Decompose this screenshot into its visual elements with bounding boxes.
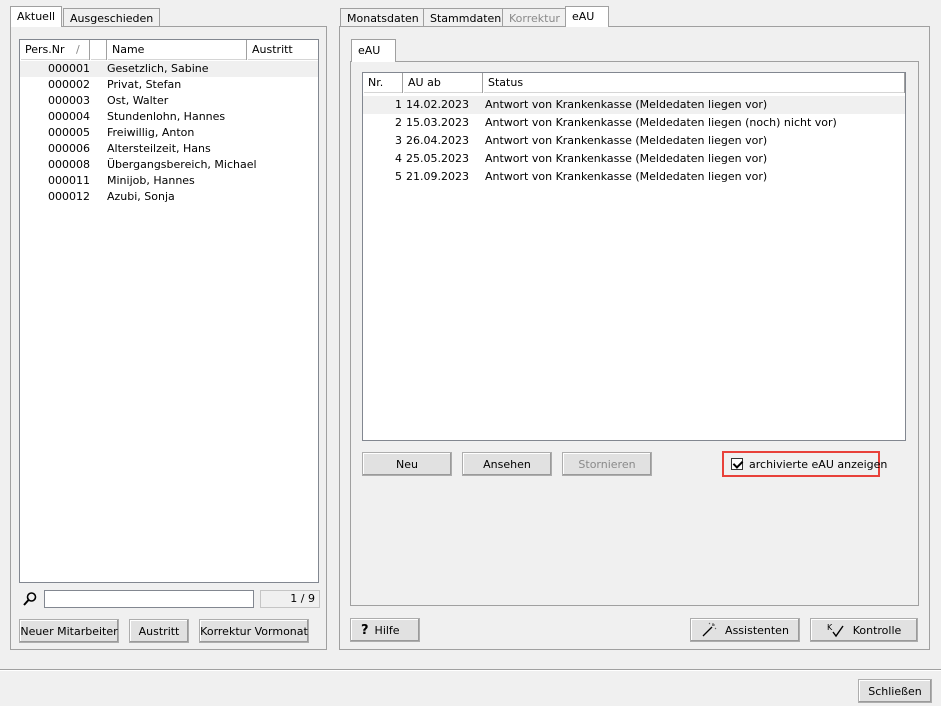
employee-name: Übergangsbereich, Michael bbox=[107, 158, 257, 171]
control-button[interactable]: K Kontrolle bbox=[810, 618, 918, 642]
eau-status: Antwort von Krankenkasse (Meldedaten lie… bbox=[485, 98, 768, 111]
correction-previous-month-button[interactable]: Korrektur Vormonat bbox=[199, 619, 309, 643]
employee-name: Minijob, Hannes bbox=[107, 174, 195, 187]
help-label: Hilfe bbox=[374, 623, 400, 637]
eau-status: Antwort von Krankenkasse (Meldedaten lie… bbox=[485, 134, 768, 147]
check-kv-icon: K bbox=[827, 622, 845, 638]
tab-korrektur[interactable]: Korrektur bbox=[502, 8, 567, 27]
pers-nr: 000008 bbox=[48, 158, 90, 171]
help-button[interactable]: ? Hilfe bbox=[350, 618, 420, 642]
cancel-eau-button[interactable]: Stornieren bbox=[562, 452, 652, 476]
pers-nr: 000001 bbox=[48, 62, 90, 75]
eau-au-ab: 15.03.2023 bbox=[406, 116, 469, 129]
table-row[interactable]: 000003 Ost, Walter bbox=[20, 93, 318, 109]
assistants-button[interactable]: Assistenten bbox=[690, 618, 800, 642]
tab-ausgeschieden[interactable]: Ausgeschieden bbox=[63, 8, 161, 27]
employee-list[interactable]: Pers.Nr / Name Austritt 000001 Gesetzlic… bbox=[19, 39, 319, 583]
table-row[interactable]: 000004 Stundenlohn, Hannes bbox=[20, 109, 318, 125]
column-header-nr[interactable]: Nr. bbox=[363, 73, 403, 93]
tab-stammdaten[interactable]: Stammdaten bbox=[423, 8, 509, 27]
eau-au-ab: 21.09.2023 bbox=[406, 170, 469, 183]
table-row[interactable]: 000005 Freiwillig, Anton bbox=[20, 125, 318, 141]
eau-nr: 2 bbox=[395, 116, 402, 129]
footer-divider bbox=[0, 669, 941, 671]
pers-nr: 000003 bbox=[48, 94, 90, 107]
eau-au-ab: 25.05.2023 bbox=[406, 152, 469, 165]
table-row[interactable]: 000008 Übergangsbereich, Michael bbox=[20, 157, 318, 173]
pers-nr: 000004 bbox=[48, 110, 90, 123]
eau-status: Antwort von Krankenkasse (Meldedaten lie… bbox=[485, 116, 837, 129]
eau-au-ab: 14.02.2023 bbox=[406, 98, 469, 111]
eau-list[interactable]: Nr. AU ab Status 1 14.02.2023 Antwort vo… bbox=[362, 72, 906, 441]
eau-nr: 3 bbox=[395, 134, 402, 147]
search-input[interactable] bbox=[44, 590, 254, 608]
eau-list-header: Nr. AU ab Status bbox=[363, 73, 905, 93]
wand-icon bbox=[701, 622, 717, 638]
new-employee-button[interactable]: Neuer Mitarbeiter bbox=[19, 619, 119, 643]
archive-checkbox-label: archivierte eAU anzeigen bbox=[749, 457, 888, 471]
column-header-status[interactable]: Status bbox=[483, 73, 905, 93]
employee-name: Azubi, Sonja bbox=[107, 190, 175, 203]
table-row[interactable]: 2 15.03.2023 Antwort von Krankenkasse (M… bbox=[363, 114, 905, 132]
new-eau-button[interactable]: Neu bbox=[362, 452, 452, 476]
column-header-au-ab[interactable]: AU ab bbox=[403, 73, 483, 93]
help-icon: ? bbox=[361, 622, 369, 638]
pers-nr: 000006 bbox=[48, 142, 90, 155]
table-row[interactable]: 5 21.09.2023 Antwort von Krankenkasse (M… bbox=[363, 168, 905, 186]
eau-nr: 1 bbox=[395, 98, 402, 111]
close-button[interactable]: Schließen bbox=[858, 679, 932, 703]
exit-button[interactable]: Austritt bbox=[129, 619, 189, 643]
column-header-austritt[interactable]: Austritt bbox=[247, 40, 318, 60]
table-row[interactable]: 3 26.04.2023 Antwort von Krankenkasse (M… bbox=[363, 132, 905, 150]
table-row[interactable]: 4 25.05.2023 Antwort von Krankenkasse (M… bbox=[363, 150, 905, 168]
table-row[interactable]: 000006 Altersteilzeit, Hans bbox=[20, 141, 318, 157]
table-row[interactable]: 1 14.02.2023 Antwort von Krankenkasse (M… bbox=[363, 96, 905, 114]
assistants-label: Assistenten bbox=[725, 623, 789, 637]
table-row[interactable]: 000011 Minijob, Hannes bbox=[20, 173, 318, 189]
employee-name: Gesetzlich, Sabine bbox=[107, 62, 209, 75]
pers-nr: 000002 bbox=[48, 78, 90, 91]
tab-monatsdaten[interactable]: Monatsdaten bbox=[340, 8, 426, 27]
tab-inner-eau[interactable]: eAU bbox=[351, 39, 396, 62]
employee-name: Freiwillig, Anton bbox=[107, 126, 195, 139]
record-counter: 1 / 9 bbox=[260, 590, 320, 608]
pers-nr: 000011 bbox=[48, 174, 90, 187]
table-row[interactable]: 000002 Privat, Stefan bbox=[20, 77, 318, 93]
checkbox-checked-icon[interactable] bbox=[731, 458, 743, 470]
control-label: Kontrolle bbox=[852, 623, 902, 637]
eau-nr: 4 bbox=[395, 152, 402, 165]
pers-nr: 000005 bbox=[48, 126, 90, 139]
view-eau-button[interactable]: Ansehen bbox=[462, 452, 552, 476]
table-row[interactable]: 000012 Azubi, Sonja bbox=[20, 189, 318, 205]
employee-name: Stundenlohn, Hannes bbox=[107, 110, 226, 123]
tab-eau[interactable]: eAU bbox=[565, 6, 609, 27]
employee-list-header: Pers.Nr / Name Austritt bbox=[20, 40, 318, 60]
archive-checkbox[interactable]: archivierte eAU anzeigen bbox=[731, 457, 887, 471]
eau-nr: 5 bbox=[395, 170, 402, 183]
tab-aktuell[interactable]: Aktuell bbox=[10, 6, 63, 27]
column-header-spacer bbox=[90, 40, 107, 60]
employee-name: Privat, Stefan bbox=[107, 78, 182, 91]
column-header-name[interactable]: Name bbox=[107, 40, 247, 60]
search-icon bbox=[22, 591, 38, 607]
pers-nr: 000012 bbox=[48, 190, 90, 203]
eau-status: Antwort von Krankenkasse (Meldedaten lie… bbox=[485, 152, 768, 165]
table-row[interactable]: 000001 Gesetzlich, Sabine bbox=[20, 61, 318, 77]
employee-name: Altersteilzeit, Hans bbox=[107, 142, 211, 155]
eau-status: Antwort von Krankenkasse (Meldedaten lie… bbox=[485, 170, 768, 183]
employee-name: Ost, Walter bbox=[107, 94, 169, 107]
eau-au-ab: 26.04.2023 bbox=[406, 134, 469, 147]
svg-text:K: K bbox=[827, 623, 833, 632]
